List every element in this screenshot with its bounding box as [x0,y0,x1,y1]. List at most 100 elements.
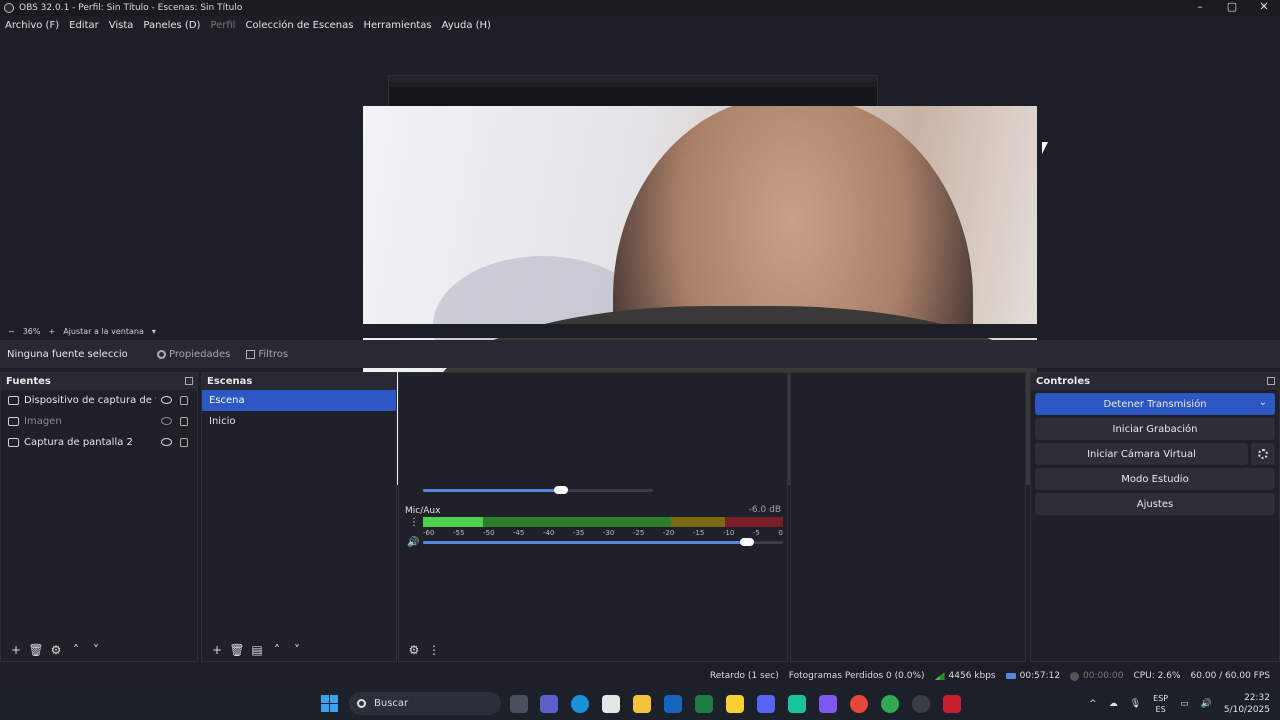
network-icon[interactable]: ▭ [1180,699,1189,709]
language-indicator[interactable]: ESP ES [1153,693,1168,715]
settings-button[interactable]: Ajustes [1035,493,1275,515]
windows-start-icon[interactable] [321,695,338,712]
trash-icon[interactable]: 🗑 [227,643,247,657]
obs-taskbar-icon[interactable] [912,695,930,713]
zoom-out-button[interactable]: − [8,327,15,336]
arrow-down-icon[interactable]: ˅ [287,643,307,657]
meter-tick-label: -5 [752,529,760,537]
search-icon [357,699,366,708]
arrow-down-icon[interactable]: ˅ [86,643,106,657]
volume-slider[interactable] [423,538,783,546]
outlook-icon[interactable] [664,695,682,713]
file-explorer-icon[interactable] [633,695,651,713]
chevron-down-icon[interactable]: ▾ [152,327,156,336]
add-icon[interactable]: + [207,643,227,657]
close-icon[interactable]: ✕ [1248,0,1280,16]
source-toolbar: Ninguna fuente seleccionada Propiedades … [0,340,1280,368]
eye-icon[interactable] [161,438,172,446]
mixer-settings-icon[interactable]: ⚙ [404,643,424,657]
menu-editar[interactable]: Editar [64,20,104,31]
copilot-icon[interactable] [819,695,837,713]
chevron-up-icon[interactable]: ^ [1089,699,1097,709]
stop-stream-button[interactable]: Detener Transmisión ⌄ [1035,393,1275,415]
mouse-cursor-icon [1042,142,1048,154]
edge-icon[interactable] [571,695,589,713]
filters-button[interactable]: Filtros [246,349,288,360]
menu-herramientas[interactable]: Herramientas [358,20,436,31]
meter-tick-label: -20 [662,529,675,537]
cloud-icon[interactable]: ☁ [1109,699,1118,709]
maximize-icon[interactable]: ▢ [1216,0,1248,16]
trash-icon[interactable]: 🗑 [26,643,46,657]
arrow-up-icon[interactable]: ˄ [267,643,287,657]
undock-icon[interactable] [1267,377,1275,385]
sources-footer: + 🗑 ⚙ ˄ ˅ [1,639,197,661]
properties-label: Propiedades [169,348,231,360]
chevron-down-icon[interactable]: ⌄ [1259,397,1267,408]
more-options-icon[interactable]: ⋮ [424,643,444,657]
scenes-header: Escenas [202,373,396,390]
scene-item-inicio[interactable]: Inicio [202,411,396,432]
add-icon[interactable]: + [6,643,26,657]
eye-icon[interactable] [161,396,172,404]
chrome-icon[interactable] [850,695,868,713]
scenes-title: Escenas [207,376,253,387]
task-view-icon[interactable] [510,695,528,713]
volume-icon[interactable]: 🔊 [1201,699,1212,709]
zoom-in-button[interactable]: + [48,327,55,336]
excel-icon[interactable] [695,695,713,713]
studio-mode-button[interactable]: Modo Estudio [1035,468,1275,490]
controls-header: Controles [1031,373,1279,390]
discord-icon[interactable] [757,695,775,713]
fit-to-window-button[interactable]: Ajustar a la ventana [63,327,144,336]
minimize-icon[interactable]: – [1184,0,1216,16]
slider-knob[interactable] [740,538,754,546]
arrow-up-icon[interactable]: ˄ [66,643,86,657]
properties-button[interactable]: Propiedades [157,349,230,360]
lock-icon[interactable] [180,396,188,405]
gear-icon [157,349,166,359]
fps: 60.00 / 60.00 FPS [1190,671,1270,681]
menu-coleccion-escenas[interactable]: Colección de Escenas [240,20,358,31]
filter-icon[interactable]: ▤ [247,643,267,657]
system-tray: ^ ☁ 🎙 ESP ES ▭ 🔊 22:32 5/10/2025 [1089,687,1280,720]
sticky-notes-icon[interactable] [726,695,744,713]
menu-paneles[interactable]: Paneles (D) [138,20,205,31]
eye-hidden-icon[interactable] [161,417,172,425]
mcafee-icon[interactable] [943,695,961,713]
scene-item-escena[interactable]: Escena [202,390,396,411]
status-bar: Retardo (1 sec) Fotogramas Perdidos 0 (0… [0,666,1280,686]
prev-volume-slider[interactable] [423,486,653,494]
clock-time: 22:32 [1244,692,1270,703]
store-icon[interactable] [602,695,620,713]
virtualcam-settings-button[interactable] [1251,443,1275,465]
meter-tick-label: -60 [423,529,435,537]
app-icon[interactable] [788,695,806,713]
gear-icon[interactable]: ⚙ [46,643,66,657]
taskbar-search[interactable]: Buscar [349,692,501,715]
level-meter [423,517,783,527]
lock-icon[interactable] [180,438,188,447]
menu-ayuda[interactable]: Ayuda (H) [437,20,496,31]
menu-archivo[interactable]: Archivo (F) [0,20,64,31]
start-virtualcam-button[interactable]: Iniciar Cámara Virtual [1035,443,1248,465]
start-recording-button[interactable]: Iniciar Grabación [1035,418,1275,440]
undock-icon[interactable] [185,377,193,385]
slider-knob[interactable] [554,486,568,494]
teams-icon[interactable] [540,695,558,713]
speaker-icon[interactable]: 🔊 [407,537,419,548]
source-row[interactable]: Imagen [1,411,197,432]
chrome-profile-icon[interactable] [881,695,899,713]
source-row[interactable]: Dispositivo de captura de video [1,390,197,411]
meter-tick-label: -10 [722,529,735,537]
lock-icon[interactable] [180,417,188,426]
clock-date: 5/10/2025 [1223,704,1270,715]
menu-vista[interactable]: Vista [104,20,139,31]
microphone-icon[interactable]: 🎙 [1130,699,1141,709]
lang-top: ESP [1153,693,1169,703]
source-row[interactable]: Captura de pantalla 2 [1,432,197,453]
more-options-icon[interactable]: ⋮ [409,517,419,528]
filters-label: Filtros [258,348,289,360]
clock[interactable]: 22:32 5/10/2025 [1224,692,1270,716]
mixer-footer: ⚙ ⋮ [399,639,787,661]
